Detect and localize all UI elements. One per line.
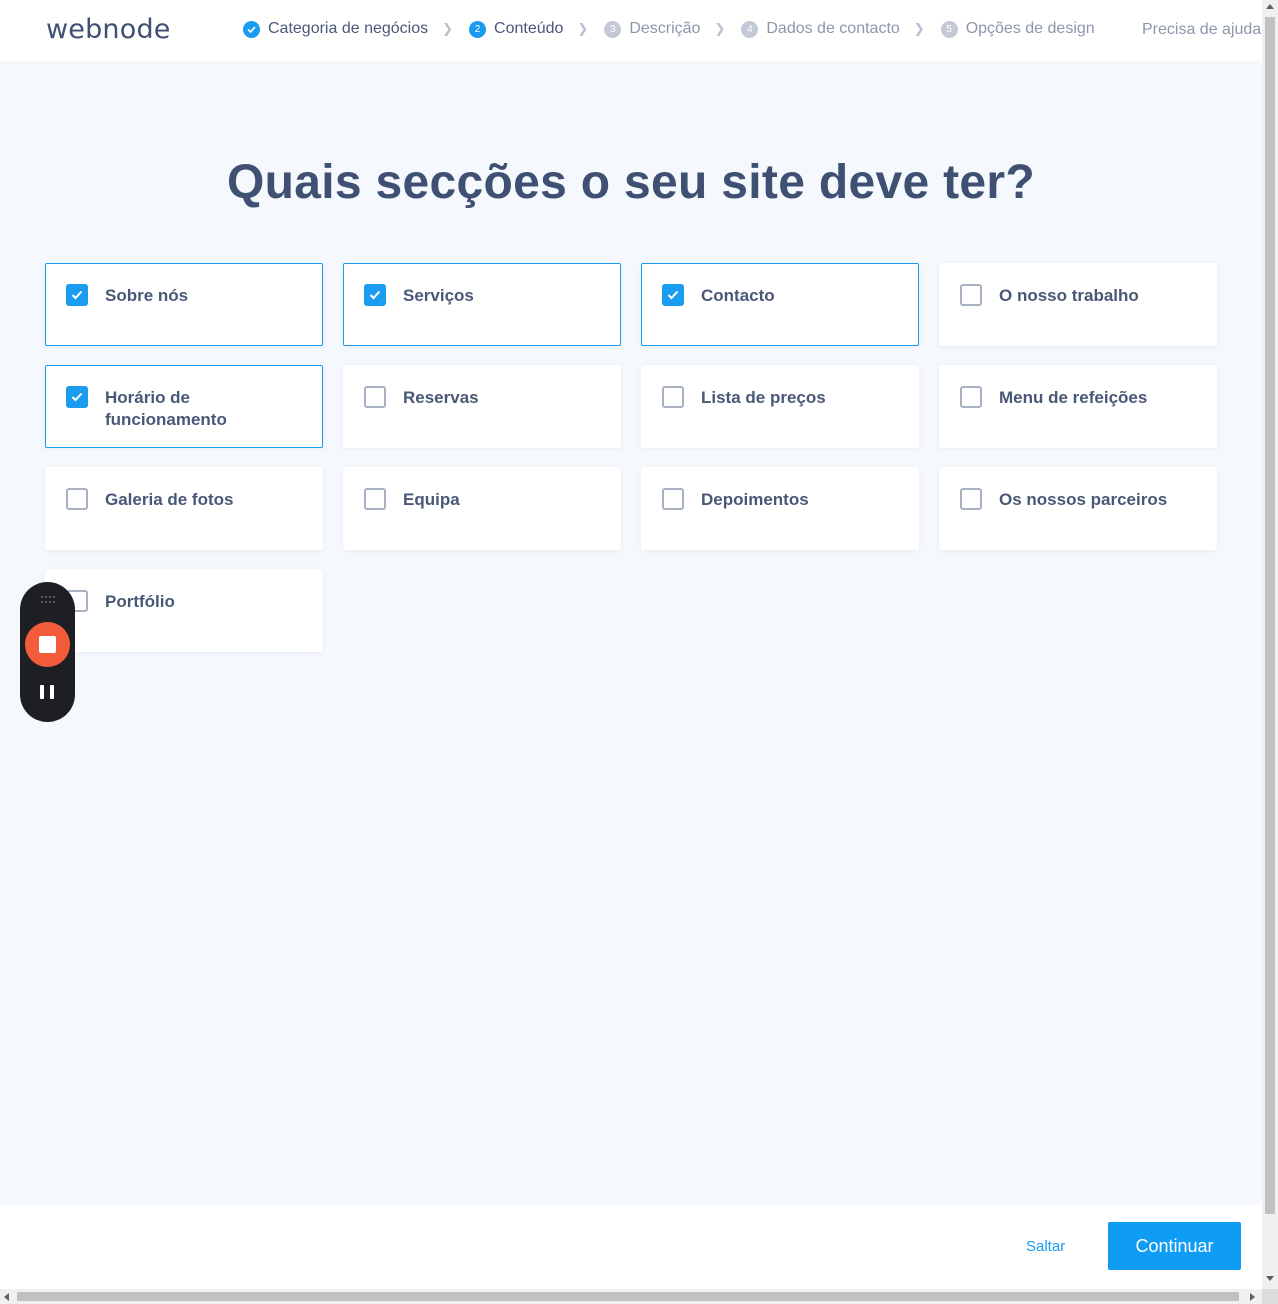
- recording-toolbar: [20, 582, 75, 722]
- section-option-card[interactable]: Contacto: [641, 263, 919, 346]
- section-option-label: Contacto: [701, 286, 775, 305]
- horizontal-scroll-thumb[interactable]: [17, 1292, 1239, 1301]
- section-option-card[interactable]: Menu de refeições: [939, 365, 1217, 448]
- webnode-logo[interactable]: webnode: [46, 14, 171, 45]
- section-option-label: Os nossos parceiros: [999, 490, 1168, 509]
- progress-steps: Categoria de negócios ❯ 2 Conteúdo ❯ 3 D…: [243, 20, 1095, 38]
- top-bar: webnode Categoria de negócios ❯ 2 Conteú…: [0, 0, 1262, 61]
- section-option-label: Sobre nós: [105, 286, 189, 305]
- scroll-right-arrow-icon[interactable]: [1250, 1293, 1255, 1301]
- pause-icon-bar: [50, 685, 54, 699]
- step-number: 4: [741, 20, 759, 38]
- section-option-label: Serviços: [403, 286, 474, 305]
- section-option-card[interactable]: Equipa: [343, 467, 621, 550]
- checkbox-checked[interactable]: [66, 284, 88, 306]
- chevron-right-icon: ❯: [913, 21, 925, 36]
- check-icon: [71, 392, 83, 402]
- checkbox-checked[interactable]: [364, 284, 386, 306]
- stop-icon: [39, 636, 56, 653]
- step-label: Categoria de negócios: [268, 20, 429, 37]
- section-option-card[interactable]: Galeria de fotos: [45, 467, 323, 550]
- checkbox-unchecked[interactable]: [960, 284, 982, 306]
- section-option-card[interactable]: Serviços: [343, 263, 621, 346]
- chevron-right-icon: ❯: [442, 21, 454, 36]
- checkbox-unchecked[interactable]: [960, 386, 982, 408]
- step-contact-details[interactable]: 4 Dados de contacto: [741, 20, 900, 38]
- step-design-options[interactable]: 5 Opções de design: [940, 20, 1095, 38]
- chevron-right-icon: ❯: [577, 21, 589, 36]
- check-icon: [667, 290, 679, 300]
- checkbox-unchecked[interactable]: [364, 488, 386, 510]
- help-link[interactable]: Precisa de ajuda: [1142, 21, 1261, 39]
- section-option-label: Menu de refeições: [999, 388, 1148, 407]
- section-option-card[interactable]: Horário de funcionamento: [45, 365, 323, 448]
- checkbox-unchecked[interactable]: [662, 488, 684, 510]
- step-number: 3: [604, 20, 622, 38]
- section-option-card[interactable]: Depoimentos: [641, 467, 919, 550]
- scroll-left-arrow-icon[interactable]: [4, 1293, 9, 1301]
- pause-icon: [40, 685, 44, 699]
- scroll-down-arrow-icon[interactable]: [1266, 1276, 1274, 1281]
- vertical-scroll-thumb[interactable]: [1265, 17, 1275, 1214]
- section-option-label: Lista de preços: [701, 388, 826, 407]
- section-option-label: Galeria de fotos: [105, 490, 234, 509]
- step-business-category[interactable]: Categoria de negócios: [243, 20, 428, 38]
- checkbox-checked[interactable]: [66, 386, 88, 408]
- section-option-label: Depoimentos: [701, 490, 809, 509]
- section-option-label: Reservas: [403, 388, 479, 407]
- checkbox-unchecked[interactable]: [662, 386, 684, 408]
- chevron-right-icon: ❯: [714, 21, 726, 36]
- scroll-up-arrow-icon[interactable]: [1266, 4, 1274, 9]
- section-option-card[interactable]: O nosso trabalho: [939, 263, 1217, 346]
- step-label: Descrição: [629, 20, 701, 37]
- horizontal-scrollbar[interactable]: [0, 1289, 1262, 1304]
- section-option-card[interactable]: Reservas: [343, 365, 621, 448]
- section-option-card[interactable]: Lista de preços: [641, 365, 919, 448]
- checkbox-unchecked[interactable]: [364, 386, 386, 408]
- step-number: 2: [469, 20, 487, 38]
- section-option-label: Equipa: [403, 490, 460, 509]
- section-option-card[interactable]: Os nossos parceiros: [939, 467, 1217, 550]
- scrollbar-corner: [1262, 1289, 1278, 1304]
- stop-recording-button[interactable]: [25, 622, 70, 667]
- checkbox-checked[interactable]: [662, 284, 684, 306]
- checkbox-unchecked[interactable]: [960, 488, 982, 510]
- step-description[interactable]: 3 Descrição: [604, 20, 700, 38]
- checkbox-unchecked[interactable]: [66, 488, 88, 510]
- step-label: Conteúdo: [494, 20, 564, 37]
- section-grid: Sobre nós Serviços Contacto O nosso trabalh…: [45, 263, 1217, 652]
- step-label: Dados de contacto: [766, 20, 900, 37]
- footer-bar: Saltar Continuar: [0, 1205, 1262, 1289]
- section-option-card[interactable]: Portfólio: [45, 569, 323, 652]
- page-title: Quais secções o seu site deve ter?: [227, 156, 1035, 209]
- drag-handle-icon[interactable]: [40, 595, 56, 605]
- step-label: Opções de design: [965, 20, 1095, 37]
- skip-link[interactable]: Saltar: [1026, 1238, 1065, 1255]
- continue-button[interactable]: Continuar: [1108, 1222, 1241, 1270]
- vertical-scrollbar[interactable]: [1262, 0, 1278, 1289]
- section-option-card[interactable]: Sobre nós: [45, 263, 323, 346]
- step-number: 5: [940, 20, 958, 38]
- section-option-label: Portfólio: [105, 592, 175, 611]
- check-icon: [243, 20, 260, 38]
- check-icon: [369, 290, 381, 300]
- pause-recording-button[interactable]: [40, 685, 54, 699]
- check-icon: [71, 290, 83, 300]
- step-content[interactable]: 2 Conteúdo: [469, 20, 563, 38]
- section-option-label: Horário de funcionamento: [105, 388, 227, 429]
- section-option-label: O nosso trabalho: [999, 286, 1139, 305]
